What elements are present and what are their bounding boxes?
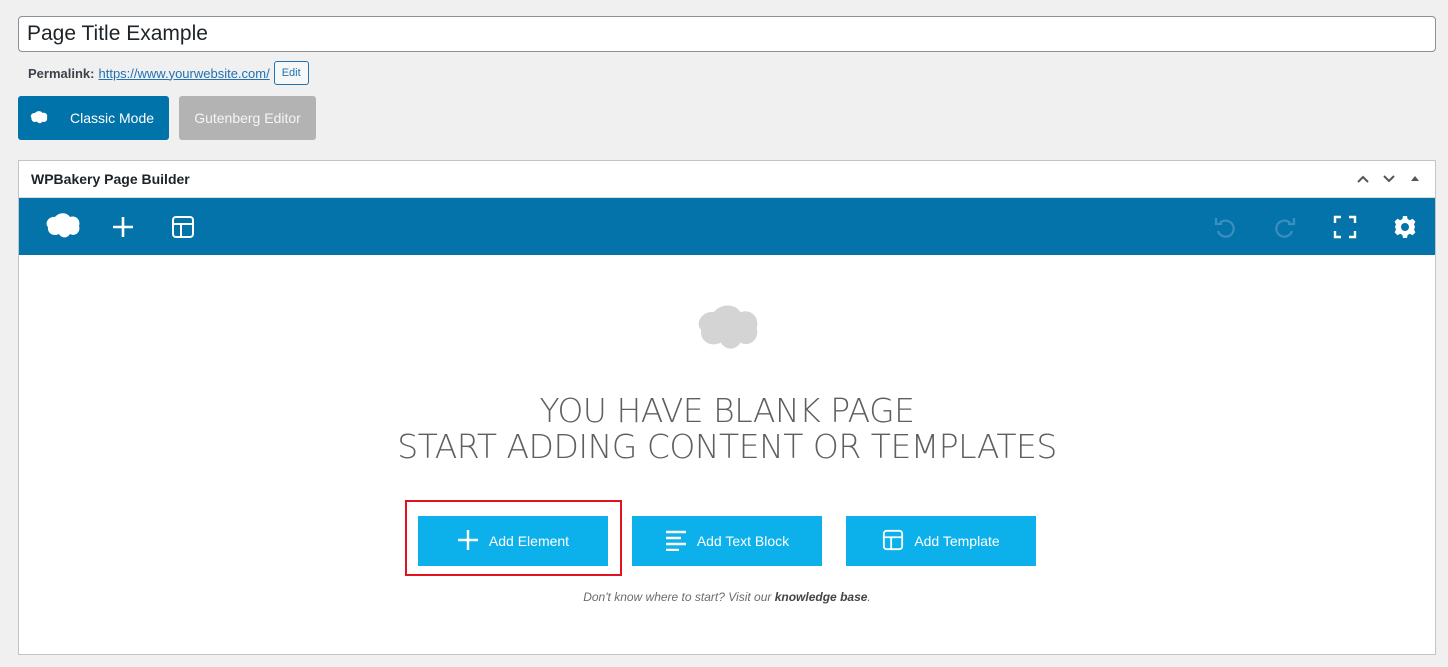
gutenberg-editor-label: Gutenberg Editor [194, 110, 301, 126]
permalink-label: Permalink: [28, 65, 95, 81]
layout-icon [882, 529, 904, 554]
wpbakery-logo-icon [30, 111, 48, 125]
text-lines-icon [665, 529, 687, 554]
move-down-icon[interactable] [1381, 171, 1397, 187]
logo-icon[interactable] [33, 198, 93, 255]
permalink-row: Permalink: https://www.yourwebsite.com/ … [28, 61, 309, 85]
permalink-edit-button[interactable]: Edit [273, 61, 309, 85]
move-up-icon[interactable] [1355, 171, 1371, 187]
wpbakery-placeholder-icon [695, 305, 761, 360]
hint-prefix: Don't know where to start? Visit our [583, 590, 772, 604]
plus-icon [457, 529, 479, 554]
add-element-button[interactable]: Add Element [418, 516, 608, 566]
help-hint: Don't know where to start? Visit our kno… [19, 590, 1435, 604]
panel-header: WPBakery Page Builder [19, 161, 1435, 198]
blank-heading-line1: YOU HAVE BLANK PAGE [539, 391, 915, 430]
layout-icon[interactable] [153, 198, 213, 255]
plus-icon[interactable] [93, 198, 153, 255]
add-element-label: Add Element [488, 533, 570, 549]
classic-mode-label: Classic Mode [70, 110, 155, 126]
blank-heading-line2: START ADDING CONTENT OR TEMPLATES [397, 427, 1057, 466]
collapse-toggle-icon[interactable] [1407, 171, 1423, 187]
classic-mode-button[interactable]: Classic Mode [18, 96, 169, 140]
add-text-block-label: Add Text Block [696, 533, 790, 549]
wpbakery-panel: WPBakery Page Builder YOU HAVE BLANK PAG… [18, 160, 1436, 655]
redo-icon[interactable] [1255, 198, 1315, 255]
undo-icon[interactable] [1195, 198, 1255, 255]
add-template-button[interactable]: Add Template [846, 516, 1036, 566]
add-template-label: Add Template [914, 533, 1000, 549]
gear-icon[interactable] [1375, 198, 1435, 255]
knowledge-base-link[interactable]: knowledge base [775, 590, 868, 604]
builder-toolbar [19, 198, 1435, 255]
blank-page-area: YOU HAVE BLANK PAGE START ADDING CONTENT… [19, 255, 1435, 655]
hint-suffix: . [867, 590, 871, 604]
gutenberg-editor-button[interactable]: Gutenberg Editor [179, 96, 316, 140]
permalink-link[interactable]: https://www.yourwebsite.com/ [98, 66, 269, 81]
panel-title: WPBakery Page Builder [31, 171, 190, 187]
post-title-input[interactable] [18, 16, 1436, 52]
add-text-block-button[interactable]: Add Text Block [632, 516, 822, 566]
fullscreen-icon[interactable] [1315, 198, 1375, 255]
